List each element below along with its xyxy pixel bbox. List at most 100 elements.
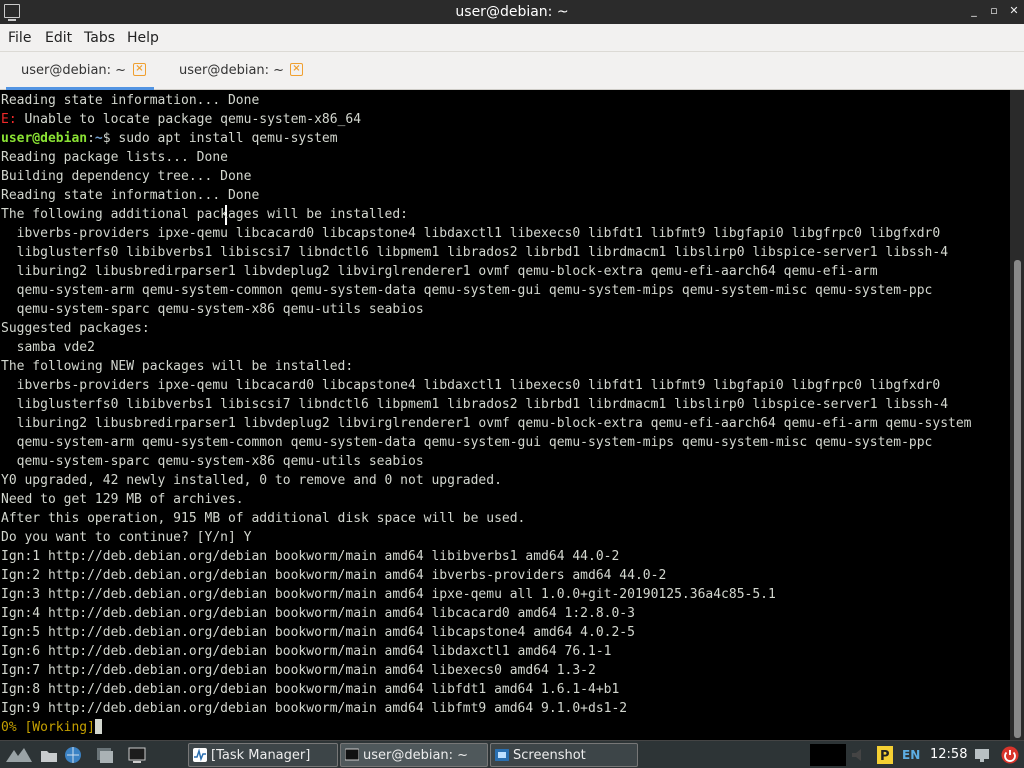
terminal-line: Ign:3 http://deb.debian.org/debian bookw… [1, 585, 776, 604]
tab-close-icon[interactable]: × [133, 63, 146, 76]
window-title: user@debian: ~ [455, 4, 569, 20]
terminal-text: Unable to locate package qemu-system-x86… [16, 112, 362, 127]
terminal-line: Reading state information... Done [1, 186, 259, 205]
terminal-line: qemu-system-sparc qemu-system-x86 qemu-u… [1, 300, 424, 319]
clock[interactable]: 12:58 [930, 747, 967, 762]
terminal-line: Ign:4 http://deb.debian.org/debian bookw… [1, 604, 635, 623]
taskbar-terminal[interactable]: user@debian: ~ [340, 743, 488, 767]
clipboard-p-icon[interactable]: P [876, 746, 894, 764]
terminal-output[interactable]: Reading state information... Done E: Unab… [0, 90, 1010, 740]
tab-terminal-2[interactable]: user@debian: ~ × [160, 52, 320, 90]
terminal-text: Ign:9 http://deb.debian.org/debian bookw… [1, 701, 628, 716]
terminal-text: Ign:4 http://deb.debian.org/debian bookw… [1, 606, 635, 621]
terminal-text: samba vde2 [1, 340, 95, 355]
menu-bar: File Edit Tabs Help [0, 24, 1024, 52]
tab-close-icon[interactable]: × [290, 63, 303, 76]
terminal-text: ibverbs-providers ipxe-qemu libcacard0 l… [1, 226, 941, 241]
terminal-line: Ign:1 http://deb.debian.org/debian bookw… [1, 547, 619, 566]
tab-label: user@debian: ~ [179, 63, 285, 78]
terminal-line: Y0 upgraded, 42 newly installed, 0 to re… [1, 471, 502, 490]
browser-icon[interactable] [64, 746, 82, 764]
terminal-text: qemu-system-arm qemu-system-common qemu-… [1, 435, 933, 450]
task-label: user@debian: ~ [363, 748, 469, 763]
terminal-text: Suggested packages: [1, 321, 150, 336]
terminal-text: libglusterfs0 libibverbs1 libiscsi7 libn… [1, 397, 949, 412]
minimize-button[interactable]: _ [966, 3, 982, 19]
terminal-line: The following NEW packages will be insta… [1, 357, 353, 376]
terminal-text: Ign:7 http://deb.debian.org/debian bookw… [1, 663, 596, 678]
task-label: [Task Manager] [211, 748, 311, 763]
terminal-text: Ign:3 http://deb.debian.org/debian bookw… [1, 587, 776, 602]
taskbar-task-manager[interactable]: [Task Manager] [188, 743, 338, 767]
terminal-text: Building dependency tree... Done [1, 169, 252, 184]
terminal-text: qemu-system-arm qemu-system-common qemu-… [1, 283, 933, 298]
terminal-text: Do you want to continue? [Y/n] Y [1, 530, 252, 545]
terminal-line: E: Unable to locate package qemu-system-… [1, 110, 361, 129]
terminal-text-working: 0% [Working] [1, 720, 95, 735]
screenshot-icon [495, 749, 509, 761]
terminal-line: Reading state information... Done [1, 91, 259, 110]
terminal-cursor [94, 719, 102, 734]
terminal-text: qemu-system-sparc qemu-system-x86 qemu-u… [1, 454, 424, 469]
terminal-line: user@debian:~$ sudo apt install qemu-sys… [1, 129, 338, 148]
terminal-text: Reading state information... Done [1, 93, 260, 108]
terminal-text: Need to get 129 MB of archives. [1, 492, 244, 507]
terminal-text: Ign:6 http://deb.debian.org/debian bookw… [1, 644, 612, 659]
terminal-text: The following additional packages will b… [1, 207, 408, 222]
start-menu-icon[interactable] [4, 746, 34, 764]
task-label: Screenshot [513, 748, 586, 763]
menu-help[interactable]: Help [127, 30, 159, 46]
close-button[interactable]: ✕ [1006, 3, 1022, 19]
terminal-text: liburing2 libusbredirparser1 libvdeplug2… [1, 416, 972, 431]
taskbar: [Task Manager] user@debian: ~ Screenshot… [0, 740, 1024, 768]
taskbar-screenshot[interactable]: Screenshot [490, 743, 638, 767]
maximize-button[interactable]: ▫ [986, 3, 1002, 19]
task-manager-icon [193, 748, 207, 762]
power-icon[interactable] [1001, 746, 1019, 764]
menu-tabs[interactable]: Tabs [84, 30, 115, 46]
terminal-line: samba vde2 [1, 338, 95, 357]
keyboard-layout-indicator[interactable]: EN [902, 748, 920, 762]
terminal-text: Ign:5 http://deb.debian.org/debian bookw… [1, 625, 635, 640]
terminal-text: Reading package lists... Done [1, 150, 228, 165]
terminal-line: libglusterfs0 libibverbs1 libiscsi7 libn… [1, 243, 948, 262]
terminal-text: Y0 upgraded, 42 newly installed, 0 to re… [1, 473, 502, 488]
terminal-line: After this operation, 915 MB of addition… [1, 509, 525, 528]
terminal-line: Reading package lists... Done [1, 148, 228, 167]
tab-terminal-1[interactable]: user@debian: ~ × [0, 52, 160, 90]
terminal-scrollbar[interactable] [1010, 90, 1024, 740]
menu-file[interactable]: File [8, 30, 31, 46]
terminal-line: Building dependency tree... Done [1, 167, 251, 186]
network-icon[interactable] [974, 746, 992, 764]
terminal-text: The following NEW packages will be insta… [1, 359, 354, 374]
terminal-line: qemu-system-sparc qemu-system-x86 qemu-u… [1, 452, 424, 471]
terminal-line: liburing2 libusbredirparser1 libvdeplug2… [1, 262, 878, 281]
terminal-text: ibverbs-providers ipxe-qemu libcacard0 l… [1, 378, 941, 393]
terminal-line: Do you want to continue? [Y/n] Y [1, 528, 251, 547]
terminal-text-user: user@debian [1, 131, 88, 146]
terminal-text: $ sudo apt install qemu-system [102, 131, 338, 146]
terminal-line: Ign:5 http://deb.debian.org/debian bookw… [1, 623, 635, 642]
terminal-line: 0% [Working] [1, 718, 102, 737]
terminal-line: Ign:7 http://deb.debian.org/debian bookw… [1, 661, 596, 680]
terminal-text: Ign:1 http://deb.debian.org/debian bookw… [1, 549, 620, 564]
terminal-line: qemu-system-arm qemu-system-common qemu-… [1, 281, 933, 300]
terminal-line: libglusterfs0 libibverbs1 libiscsi7 libn… [1, 395, 948, 414]
svg-text:P: P [880, 749, 890, 764]
terminal-icon [345, 748, 359, 761]
folder-icon[interactable] [40, 746, 58, 764]
tab-label: user@debian: ~ [21, 63, 127, 78]
show-desktop-icon[interactable] [96, 746, 114, 764]
terminal-line: ibverbs-providers ipxe-qemu libcacard0 l… [1, 376, 941, 395]
volume-icon[interactable] [850, 746, 868, 764]
terminal-line: Ign:8 http://deb.debian.org/debian bookw… [1, 680, 619, 699]
terminal-text-path: ~ [94, 131, 103, 146]
tab-bar: user@debian: ~ × user@debian: ~ × [0, 52, 1024, 90]
title-bar: user@debian: ~ _ ▫ ✕ [0, 0, 1024, 24]
terminal-text: qemu-system-sparc qemu-system-x86 qemu-u… [1, 302, 424, 317]
terminal-launcher-icon[interactable] [128, 746, 146, 764]
scrollbar-thumb[interactable] [1014, 260, 1021, 738]
menu-edit[interactable]: Edit [45, 30, 72, 46]
terminal-line: qemu-system-arm qemu-system-common qemu-… [1, 433, 933, 452]
terminal-line: The following additional packages will b… [1, 205, 408, 224]
